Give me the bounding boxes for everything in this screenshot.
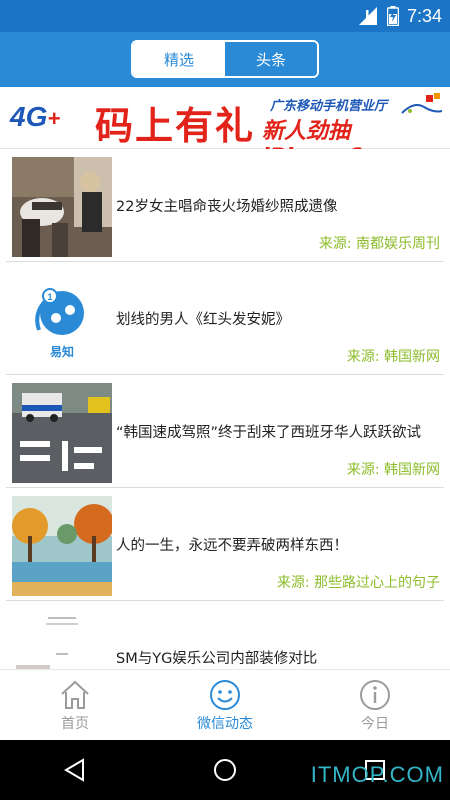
smiley-icon — [210, 679, 240, 710]
forest-painting-icon — [12, 496, 112, 596]
crowd-photo-icon — [12, 157, 112, 257]
home-icon — [61, 680, 89, 709]
nav-wechat-label: 微信动态 — [197, 715, 253, 732]
news-item[interactable]: “韩国速成驾照”终于刮来了西班牙华人跃跃欲试 来源: 韩国新网 — [6, 375, 444, 488]
banner-plus-text: + — [47, 106, 61, 131]
banner-shop-name: 广东移动手机营业厅 — [270, 99, 388, 114]
back-icon[interactable] — [63, 758, 87, 782]
news-item[interactable]: 1 易知 划线的男人《红头发安妮》 来源: 韩国新网 — [6, 262, 444, 375]
segmented-control: 精选 头条 — [131, 40, 319, 78]
yizhi-logo-icon: 1 易知 — [12, 270, 112, 370]
bottom-nav: 首页 微信动态 今日 — [0, 669, 450, 741]
news-source: 来源: 那些路过心上的句子 — [276, 575, 440, 591]
banner-decoration-icon — [401, 93, 443, 114]
ad-banner[interactable]: 4G+ 码上有礼 广东移动手机营业厅 新人劲抽iPhone6 — [0, 87, 450, 170]
banner-4g-text: 4G — [10, 101, 48, 132]
news-item[interactable]: 人的一生，永远不要弄破两样东西！ 来源: 那些路过心上的句子 — [6, 488, 444, 601]
nav-wechat-moments[interactable]: 微信动态 — [150, 670, 300, 741]
tab-featured[interactable]: 精选 — [133, 42, 225, 76]
nav-home-label: 首页 — [61, 715, 89, 732]
news-feed: 22岁女主唱命丧火场婚纱照成遗像 来源: 南都娱乐周刊 1 易知 划线的男人《红… — [6, 149, 444, 714]
battery-icon — [386, 6, 399, 26]
banner-4g-logo: 4G+ — [10, 101, 60, 133]
tab-headlines[interactable]: 头条 — [225, 42, 317, 76]
status-bar: 7:34 — [0, 0, 450, 32]
news-source: 来源: 韩国新网 — [346, 349, 440, 365]
news-thumbnail — [12, 383, 112, 483]
news-source: 来源: 韩国新网 — [346, 462, 440, 478]
app-header: 精选 头条 — [0, 32, 450, 87]
news-thumbnail — [12, 157, 112, 257]
banner-headline: 码上有礼 — [95, 103, 256, 148]
news-thumbnail — [12, 496, 112, 596]
home-circle-icon[interactable] — [213, 758, 237, 782]
nav-home[interactable]: 首页 — [0, 670, 150, 741]
status-time: 7:34 — [406, 5, 442, 26]
watermark-text: ITMOP.COM — [310, 762, 444, 787]
yizhi-badge-number: 1 — [47, 292, 52, 302]
nav-today[interactable]: 今日 — [300, 670, 450, 741]
signal-icon — [358, 7, 377, 25]
yizhi-logo-label: 易知 — [50, 344, 74, 359]
info-icon — [360, 679, 390, 710]
news-item[interactable]: 22岁女主唱命丧火场婚纱照成遗像 来源: 南都娱乐周刊 — [6, 149, 444, 262]
street-photo-icon — [12, 383, 112, 483]
nav-today-label: 今日 — [361, 715, 389, 732]
news-source: 来源: 南都娱乐周刊 — [318, 236, 440, 252]
news-thumbnail: 1 易知 — [12, 270, 112, 370]
status-icons: 7:34 — [358, 0, 442, 32]
